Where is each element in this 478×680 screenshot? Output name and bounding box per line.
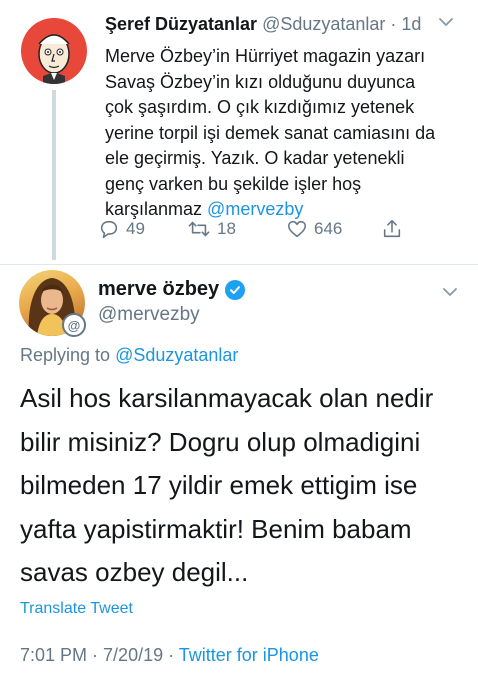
chevron-down-icon (439, 18, 453, 26)
replying-to-label: Replying to (20, 345, 116, 365)
footer-dot-1: · (87, 645, 104, 665)
tweet2-menu-button[interactable] (440, 282, 460, 307)
reply-button[interactable]: 49 (98, 218, 145, 240)
tweet2-date: 7/20/19 (103, 645, 164, 665)
tweet1-display-name[interactable]: Şeref Düzyatanlar (105, 14, 257, 34)
tweet-source-link[interactable]: Twitter for iPhone (179, 645, 319, 665)
retweet-icon (188, 221, 210, 237)
tweet2-handle[interactable]: @mervezby (98, 304, 200, 326)
tweet1-text-body: Merve Özbey’in Hürriyet magazin yazarı S… (105, 46, 436, 219)
reply-count: 49 (126, 219, 145, 238)
avatar-sduzyatanlar[interactable] (21, 18, 87, 84)
thread-connector-line (52, 90, 56, 260)
tweet2-footer: 7:01 PM · 7/20/19 · Twitter for iPhone (20, 645, 319, 666)
tweet-divider (0, 264, 478, 265)
tweet1-menu-button[interactable] (436, 12, 456, 37)
retweet-count: 18 (217, 219, 236, 238)
translate-tweet-link[interactable]: Translate Tweet (20, 600, 133, 618)
share-icon (383, 219, 401, 238)
tweet1-header: Şeref Düzyatanlar @Sduzyatanlar · 1d (105, 14, 421, 35)
at-badge-icon: @ (62, 313, 86, 337)
reply-icon (100, 220, 118, 239)
footer-dot-2: · (163, 645, 179, 665)
heart-icon (287, 220, 307, 238)
tweet1-mention-link[interactable]: @mervezby (207, 199, 303, 219)
cartoon-face-icon (38, 34, 70, 84)
tweet1-text: Merve Özbey’in Hürriyet magazin yazarı S… (105, 44, 455, 223)
tweet1-time[interactable]: 1d (401, 14, 421, 34)
tweet2-text: Asil hos karsilanmayacak olan nedir bili… (20, 383, 434, 587)
share-button[interactable] (381, 218, 403, 240)
replying-to-link[interactable]: @Sduzyatanlar (115, 345, 238, 365)
like-count: 646 (314, 219, 343, 238)
retweet-button[interactable]: 18 (187, 218, 236, 240)
verified-badge-icon (225, 279, 246, 300)
tweet1-separator: · (385, 14, 402, 34)
tweet1-handle[interactable]: @Sduzyatanlar (262, 14, 385, 34)
tweet2-time: 7:01 PM (20, 645, 88, 665)
tweet2-header: merve özbey (98, 278, 246, 301)
like-button[interactable]: 646 (286, 218, 342, 240)
chevron-down-icon (443, 288, 457, 296)
replying-to-line: Replying to @Sduzyatanlar (20, 345, 238, 366)
tweet2-display-name[interactable]: merve özbey (98, 278, 219, 301)
